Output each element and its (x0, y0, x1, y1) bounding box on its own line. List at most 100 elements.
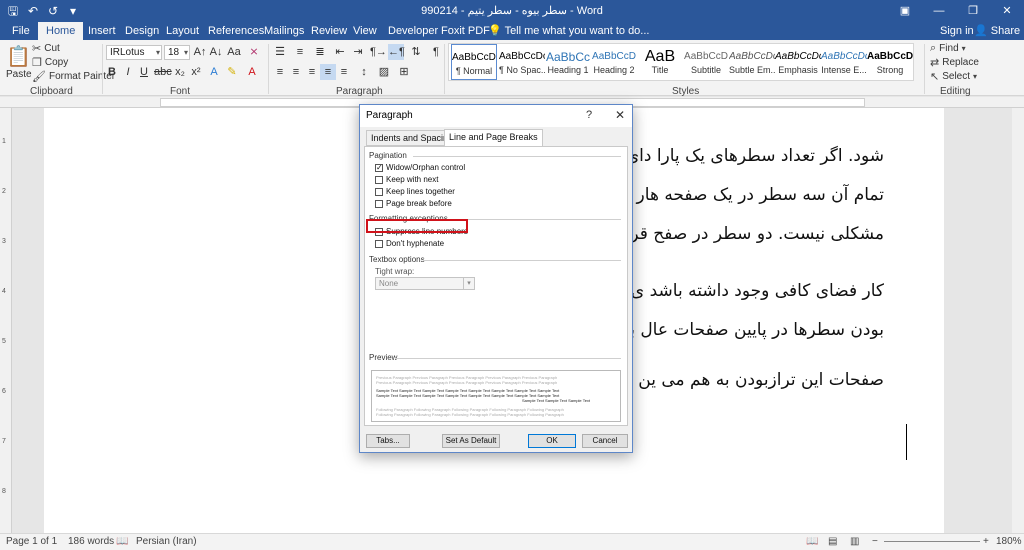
zoom-slider[interactable] (884, 541, 980, 542)
shrink-font-icon[interactable]: A↓ (208, 44, 224, 60)
read-mode-icon[interactable]: 📖 (806, 536, 818, 547)
rtl-direction-icon[interactable]: ←¶ (388, 44, 405, 60)
zoom-out-icon[interactable]: − (872, 536, 878, 547)
maximize-icon[interactable]: ❐ (956, 0, 990, 22)
ribbon-tabs: File Home Insert Design Layout Reference… (0, 22, 1024, 40)
font-name-combo[interactable]: IRLotus ▾ (106, 45, 162, 60)
share-button[interactable]: 👤 Share (974, 22, 1020, 40)
minimize-icon[interactable]: — (922, 0, 956, 22)
increase-indent-icon[interactable]: ⇥ (350, 44, 366, 60)
sort-icon[interactable]: ⇅ (408, 44, 424, 60)
tab-home[interactable]: Home (38, 22, 84, 40)
justify-icon[interactable]: ≡ (320, 64, 336, 80)
widow-orphan-checkbox[interactable]: ✓ Widow/Orphan control (375, 163, 465, 172)
close-icon[interactable]: ✕ (615, 108, 625, 122)
style-preview: AaBbCcD (592, 51, 636, 62)
grow-font-icon[interactable]: A↑ (192, 44, 208, 60)
ok-button[interactable]: OK (528, 434, 576, 448)
ruler-tick: 7 (2, 438, 6, 445)
ltr-direction-icon[interactable]: ¶→ (370, 44, 387, 60)
cut-button[interactable]: ✂ Cut (32, 42, 60, 55)
paste-label: Paste (6, 69, 32, 80)
paste-icon: 📋 (6, 46, 32, 68)
tight-wrap-select: None ▾ (375, 277, 475, 290)
vertical-scrollbar[interactable] (1012, 108, 1024, 533)
dont-hyphenate-checkbox[interactable]: Don't hyphenate (375, 239, 444, 248)
align-left-icon[interactable]: ≡ (272, 64, 288, 80)
keep-with-next-checkbox[interactable]: Keep with next (375, 175, 438, 184)
italic-icon[interactable]: I (120, 64, 136, 80)
multilevel-list-icon[interactable]: ≣ (312, 44, 328, 60)
sign-in-link[interactable]: Sign in (940, 22, 974, 40)
highlight-icon[interactable]: ✎ (224, 64, 240, 80)
help-icon[interactable]: ? (586, 109, 592, 121)
change-case-icon[interactable]: Aa (226, 44, 242, 60)
tell-me-box[interactable]: 💡 Tell me what you want to do... (488, 22, 649, 40)
decrease-indent-icon[interactable]: ⇤ (332, 44, 348, 60)
strikethrough-icon[interactable]: abc (154, 64, 172, 80)
paste-button[interactable]: 📋 Paste (6, 44, 32, 80)
chevron-down-icon: ▾ (155, 48, 160, 57)
align-right-icon[interactable]: ≡ (304, 64, 320, 80)
tab-view[interactable]: View (345, 22, 385, 40)
shading-icon[interactable]: ▨ (376, 64, 392, 80)
cancel-button[interactable]: Cancel (582, 434, 628, 448)
keep-lines-together-checkbox[interactable]: Keep lines together (375, 187, 455, 196)
find-button[interactable]: ⌕ Find ▾ (930, 42, 966, 55)
ribbon-display-icon[interactable]: ▣ (888, 0, 922, 22)
underline-icon[interactable]: U (136, 64, 152, 80)
style-intense-emphasis[interactable]: AaBbCcDc Intense E... (821, 44, 867, 80)
style-preview: AaB (644, 49, 676, 65)
subscript-icon[interactable]: x₂ (172, 64, 188, 80)
style-strong[interactable]: AaBbCcDc Strong (867, 44, 913, 80)
tab-file[interactable]: File (4, 22, 38, 40)
word-count[interactable]: 186 words (68, 536, 114, 547)
style-normal[interactable]: AaBbCcDc ¶ Normal (451, 44, 497, 80)
language-indicator[interactable]: Persian (Iran) (136, 536, 197, 547)
style-title[interactable]: AaB Title (637, 44, 683, 80)
paragraph-dialog: Paragraph ? ✕ Indents and Spacing Line a… (359, 104, 633, 453)
align-center-icon[interactable]: ≡ (288, 64, 304, 80)
tabs-button[interactable]: Tabs... (366, 434, 410, 448)
numbering-icon[interactable]: ≡ (292, 44, 308, 60)
section-divider (447, 219, 621, 220)
dialog-title-bar: Paragraph ? ✕ (360, 105, 632, 127)
style-subtitle[interactable]: AaBbCcD Subtitle (683, 44, 729, 80)
web-layout-icon[interactable]: ▥ (850, 536, 859, 547)
select-button[interactable]: ↖ Select ▾ (930, 70, 977, 83)
style-preview: AaBbCcDc (867, 51, 913, 62)
replace-button[interactable]: ⇄ Replace (930, 56, 979, 69)
copy-label: Copy (44, 57, 69, 68)
page-count[interactable]: Page 1 of 1 (6, 536, 57, 547)
style-name: ¶ Normal (455, 66, 493, 76)
style-no-spacing[interactable]: AaBbCcDc ¶ No Spac... (499, 44, 545, 80)
page-break-before-checkbox[interactable]: Page break before (375, 199, 452, 208)
font-color-icon[interactable]: A (244, 64, 260, 80)
style-heading-2[interactable]: AaBbCcD Heading 2 (591, 44, 637, 80)
borders-icon[interactable]: ⊞ (396, 64, 412, 80)
font-size-combo[interactable]: 18 ▾ (164, 45, 190, 60)
line-spacing-icon[interactable]: ↕ (356, 64, 372, 80)
set-as-default-button[interactable]: Set As Default (442, 434, 500, 448)
style-preview: AaBbCcD (684, 51, 728, 62)
preview-following-text: Following Paragraph Following Paragraph … (376, 412, 564, 417)
text-effects-icon[interactable]: A (206, 64, 222, 80)
proofing-icon[interactable]: 📖 (116, 536, 128, 547)
style-subtle-emphasis[interactable]: AaBbCcDc Subtle Em... (729, 44, 775, 80)
superscript-icon[interactable]: x² (188, 64, 204, 80)
bold-icon[interactable]: B (104, 64, 120, 80)
zoom-in-icon[interactable]: + (983, 536, 989, 547)
vertical-ruler[interactable]: 1 2 3 4 5 6 7 8 (0, 108, 12, 533)
preview-sample-tail: Sample Text Sample Text Sample Text (522, 398, 591, 403)
tab-line-and-page-breaks[interactable]: Line and Page Breaks (444, 129, 543, 147)
close-icon[interactable]: ✕ (990, 0, 1024, 22)
print-layout-icon[interactable]: ▤ (828, 536, 837, 547)
style-emphasis[interactable]: AaBbCcDc Emphasis (775, 44, 821, 80)
pilcrow-icon[interactable]: ¶ (428, 44, 444, 60)
distributed-icon[interactable]: ≡ (336, 64, 352, 80)
clear-formatting-icon[interactable]: ⨯ (246, 44, 262, 60)
bullets-icon[interactable]: ☰ (272, 44, 288, 60)
style-heading-1[interactable]: AaBbCc Heading 1 (545, 44, 591, 80)
zoom-level[interactable]: 180% (996, 536, 1022, 547)
copy-button[interactable]: ❐ Copy (32, 56, 68, 69)
